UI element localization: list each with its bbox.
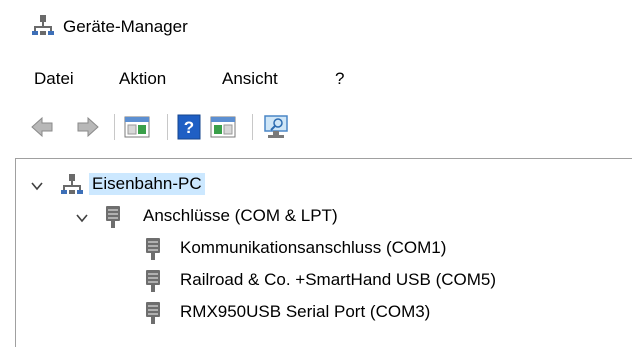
menu-datei[interactable]: Datei [34, 69, 74, 89]
chevron-down-icon[interactable] [30, 179, 44, 193]
menu-bar: Datei Aktion Ansicht ? [0, 64, 632, 94]
toolbar-separator [114, 114, 115, 140]
device-manager-icon [32, 15, 54, 35]
port-icon [146, 270, 160, 292]
tree-node-label[interactable]: Kommunikationsanschluss (COM1) [177, 237, 449, 259]
details-view-icon[interactable] [210, 114, 236, 140]
tree-node-device[interactable]: Railroad & Co. +SmartHand USB (COM5) [16, 267, 616, 297]
tree-node-device[interactable]: Kommunikationsanschluss (COM1) [16, 235, 616, 265]
toolbar: ? [0, 104, 632, 148]
help-icon[interactable]: ? [177, 114, 201, 140]
window-title: Geräte-Manager [63, 17, 188, 36]
tree-node-device[interactable]: RMX950USB Serial Port (COM3) [16, 299, 616, 329]
properties-icon[interactable] [124, 114, 150, 140]
tree-node-root[interactable]: Eisenbahn-PC [16, 171, 616, 201]
menu-ansicht[interactable]: Ansicht [222, 69, 278, 89]
title-bar: Geräte-Manager [0, 0, 632, 52]
port-icon [106, 206, 120, 228]
tree-node-label[interactable]: Eisenbahn-PC [89, 173, 205, 195]
menu-aktion[interactable]: Aktion [119, 69, 166, 89]
chevron-down-icon[interactable] [75, 211, 89, 225]
computer-icon [61, 174, 83, 194]
tree-node-label[interactable]: Anschlüsse (COM & LPT) [140, 205, 341, 227]
toolbar-separator [252, 114, 253, 140]
toolbar-separator [167, 114, 168, 140]
scan-hardware-icon[interactable] [262, 114, 290, 140]
tree-node-label[interactable]: RMX950USB Serial Port (COM3) [177, 301, 433, 323]
tree-node-label[interactable]: Railroad & Co. +SmartHand USB (COM5) [177, 269, 499, 291]
port-icon [146, 238, 160, 260]
back-arrow-icon[interactable] [30, 114, 54, 140]
device-tree: Eisenbahn-PC Anschlüsse (COM & LPT) Komm… [15, 158, 632, 347]
svg-text:?: ? [184, 118, 194, 137]
menu-help[interactable]: ? [335, 69, 344, 89]
tree-node-category[interactable]: Anschlüsse (COM & LPT) [16, 203, 616, 233]
forward-arrow-icon[interactable] [76, 114, 100, 140]
port-icon [146, 302, 160, 324]
